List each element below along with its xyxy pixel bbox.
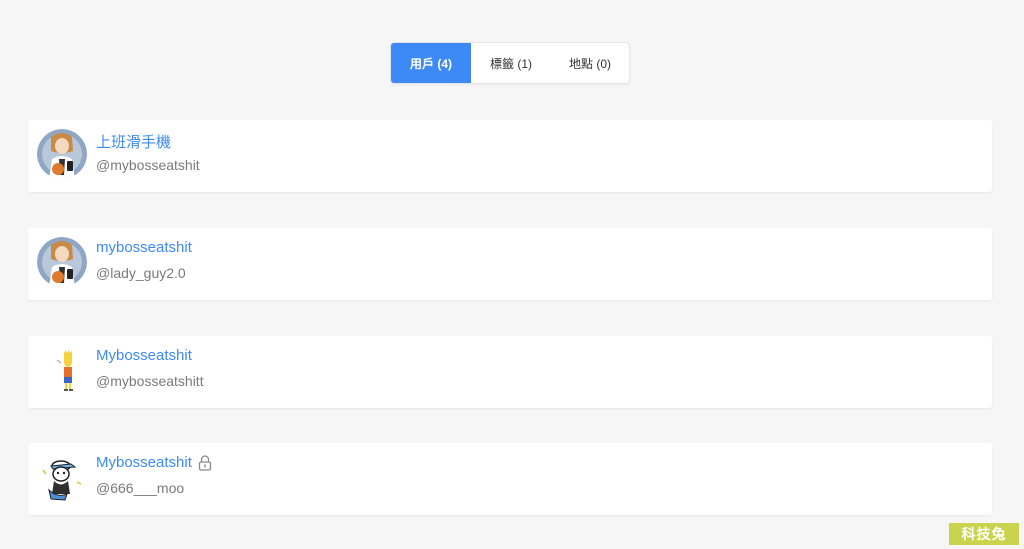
avatar[interactable]: [37, 345, 87, 395]
user-result-card[interactable]: Mybosseatshit @666___moo: [28, 443, 992, 515]
lock-icon: [198, 454, 212, 471]
tab-tags[interactable]: 標籤 (1): [471, 43, 551, 83]
cartoon-boy-avatar-icon: [37, 345, 87, 395]
site-watermark: 科技兔: [949, 523, 1019, 545]
user-display-name[interactable]: Mybosseatshit: [96, 347, 192, 364]
cartoon-character-cap-avatar-icon: [37, 452, 87, 502]
avatar[interactable]: [37, 129, 87, 179]
user-display-name[interactable]: mybosseatshit: [96, 239, 192, 256]
user-display-name[interactable]: 上班滑手機: [96, 131, 171, 152]
result-tabs: 用戶 (4) 標籤 (1) 地點 (0): [390, 42, 630, 84]
tab-places[interactable]: 地點 (0): [551, 43, 629, 83]
user-handle: @666___moo: [96, 480, 185, 496]
cartoon-woman-phone-avatar-icon: [37, 237, 87, 287]
avatar[interactable]: [37, 452, 87, 502]
cartoon-woman-phone-avatar-icon: [37, 129, 87, 179]
user-handle: @mybosseatshitt: [96, 373, 204, 389]
search-results-page: 用戶 (4) 標籤 (1) 地點 (0) 上班滑手機 @mybosseatshi…: [0, 0, 1024, 549]
avatar[interactable]: [37, 237, 87, 287]
user-result-card[interactable]: Mybosseatshit @mybosseatshitt: [28, 336, 992, 408]
user-display-name-text: Mybosseatshit: [96, 347, 192, 364]
tab-users[interactable]: 用戶 (4): [391, 43, 471, 83]
user-display-name[interactable]: Mybosseatshit: [96, 454, 212, 471]
user-handle: @lady_guy2.0: [96, 265, 186, 281]
user-display-name-text: mybosseatshit: [96, 239, 192, 256]
user-display-name-text: 上班滑手機: [96, 134, 172, 151]
user-handle: @mybosseatshit: [96, 157, 200, 173]
user-result-card[interactable]: mybosseatshit @lady_guy2.0: [28, 228, 992, 300]
user-result-card[interactable]: 上班滑手機 @mybosseatshit: [28, 120, 992, 192]
user-display-name-text: Mybosseatshit: [96, 454, 192, 471]
